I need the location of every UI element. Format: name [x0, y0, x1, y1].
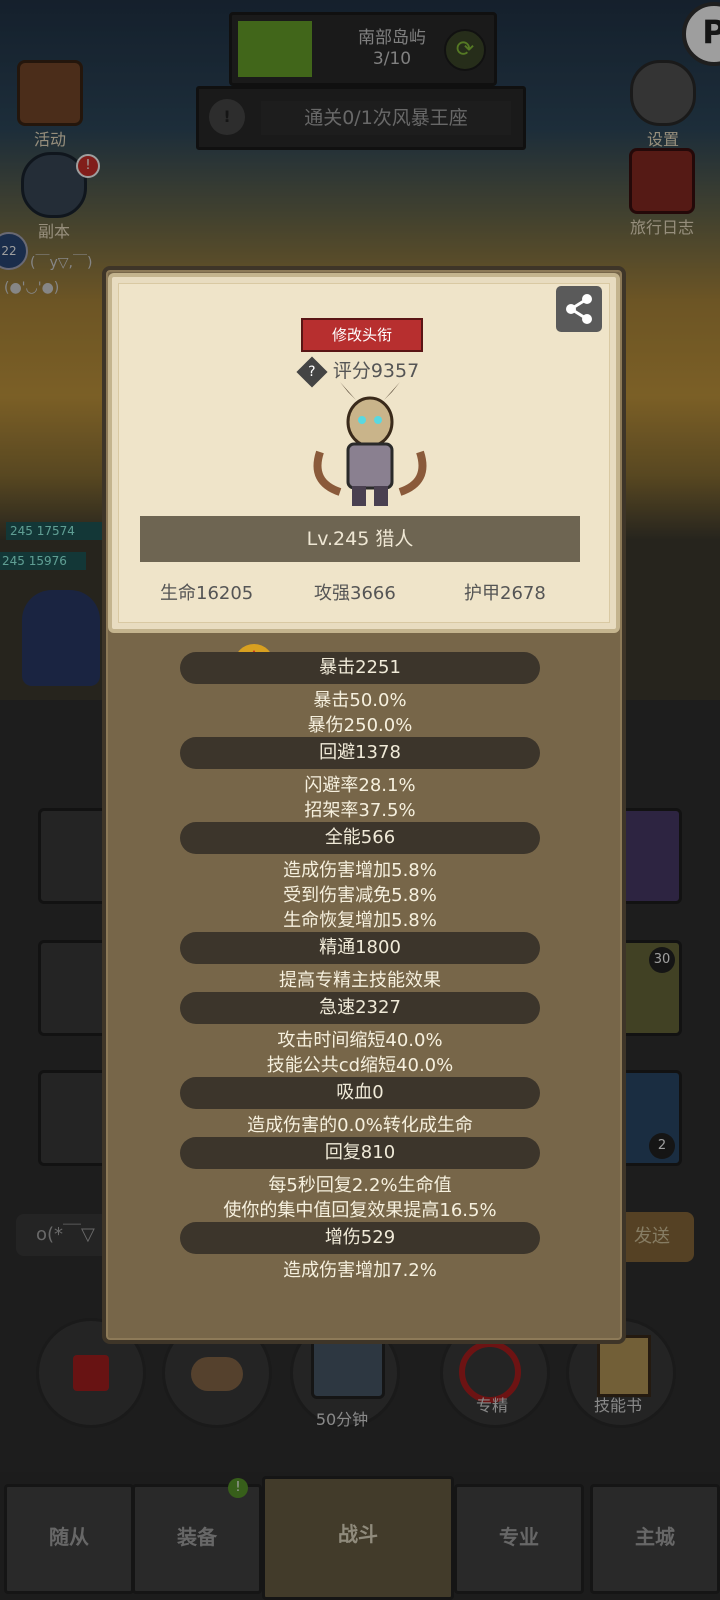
- stat-hp: 生命16205: [160, 583, 254, 604]
- stat-line: 每5秒回复2.2%生命值: [268, 1175, 452, 1196]
- score: ? 评分9357: [0, 355, 720, 388]
- stat-line: 暴击50.0%: [313, 690, 407, 711]
- score-label: 评分9357: [332, 360, 420, 382]
- share-icon: [566, 294, 592, 324]
- stat-versatility-header: 全能566: [180, 822, 540, 854]
- edit-title-button[interactable]: 修改头衔: [301, 318, 423, 352]
- stat-line: 技能公共cd缩短40.0%: [266, 1055, 454, 1076]
- stat-line: 提高专精主技能效果: [279, 970, 441, 991]
- stat-line: 造成伤害增加7.2%: [283, 1260, 437, 1281]
- share-button[interactable]: [556, 286, 602, 332]
- stat-line: 生命恢复增加5.8%: [283, 910, 437, 931]
- level-class-bar: Lv.245 猎人: [140, 516, 580, 562]
- stat-line: 受到伤害减免5.8%: [283, 885, 437, 906]
- stat-line: 攻击时间缩短40.0%: [277, 1030, 443, 1051]
- stat-line: 闪避率28.1%: [304, 775, 416, 796]
- stat-crit-header: 暴击2251: [180, 652, 540, 684]
- stat-regen-header: 回复810: [180, 1137, 540, 1169]
- hunter-avatar: [313, 382, 427, 506]
- stat-lifesteal-header: 吸血0: [180, 1077, 540, 1109]
- stat-line: 暴伤250.0%: [307, 715, 413, 736]
- stat-line: 造成伤害增加5.8%: [283, 860, 437, 881]
- stat-line: 招架率37.5%: [304, 800, 416, 821]
- stat-armor: 护甲2678: [464, 583, 546, 604]
- stat-mastery-header: 精通1800: [180, 932, 540, 964]
- stat-avoidance-header: 回避1378: [180, 737, 540, 769]
- stat-haste-header: 急速2327: [180, 992, 540, 1024]
- stat-line: 造成伤害的0.0%转化成生命: [247, 1115, 473, 1136]
- stat-damage-boost-header: 增伤529: [180, 1222, 540, 1254]
- stat-attack-power: 攻强3666: [314, 583, 396, 604]
- stat-line: 使你的集中值回复效果提高16.5%: [223, 1200, 497, 1221]
